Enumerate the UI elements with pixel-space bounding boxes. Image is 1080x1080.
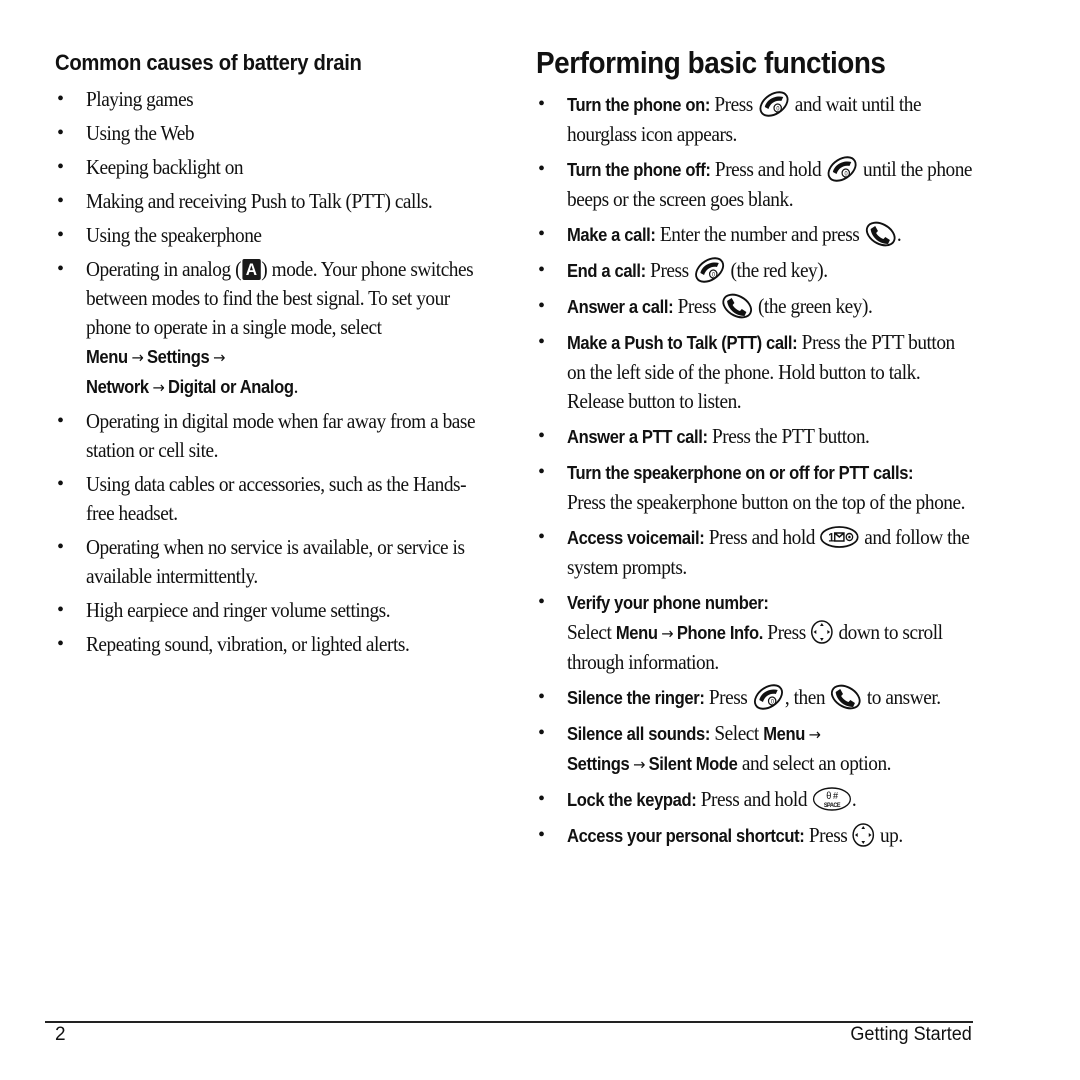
list-item: Operating in digital mode when far away …: [55, 407, 495, 465]
list-item: Operating when no service is available, …: [55, 533, 495, 591]
list-item: Using the speakerphone: [55, 221, 495, 250]
list-item: High earpiece and ringer volume settings…: [55, 596, 495, 625]
list-item-ptt-call: Make a Push to Talk (PTT) call: Press th…: [536, 328, 976, 416]
arrow-icon: →: [808, 725, 821, 744]
end-power-key-icon: [752, 684, 785, 710]
list-item-end-call: End a call: Press (the red key).: [536, 256, 976, 286]
list-item-speakerphone: Turn the speakerphone on or off for PTT …: [536, 458, 976, 517]
battery-drain-list: Playing games Using the Web Keeping back…: [55, 85, 495, 664]
list-item: Using data cables or accessories, such a…: [55, 470, 495, 528]
list-item: Playing games: [55, 85, 495, 114]
send-key-icon: [864, 221, 897, 247]
pound-space-key-icon: [811, 786, 851, 812]
menu-path-item: Menu: [86, 347, 128, 367]
arrow-icon: →: [213, 348, 225, 367]
footer-divider: [45, 1021, 973, 1023]
list-item-personal-shortcut: Access your personal shortcut: Press up.: [536, 821, 976, 851]
list-item: Keeping backlight on: [55, 153, 495, 182]
menu-path-item: Menu: [615, 623, 658, 643]
list-item-analog-mode: Operating in analog (A) mode. Your phone…: [55, 255, 495, 402]
list-item-answer-ptt: Answer a PTT call: Press the PTT button.: [536, 422, 976, 452]
list-item-answer-call: Answer a call: Press (the green key).: [536, 292, 976, 322]
arrow-icon: →: [131, 348, 144, 367]
navigation-key-icon: [810, 619, 834, 645]
battery-drain-heading: Common causes of battery drain: [55, 50, 362, 75]
basic-functions-list: Turn the phone on: Press and wait until …: [536, 90, 976, 857]
list-item-lock-keypad: Lock the keypad: Press and hold .: [536, 785, 976, 815]
page-title: Performing basic functions: [536, 45, 886, 80]
list-item-verify-number: Verify your phone number:Select Menu→Pho…: [536, 588, 976, 677]
end-power-key-icon: [757, 91, 790, 117]
voicemail-1-key-icon: [819, 525, 859, 549]
page-number: 2: [55, 1024, 66, 1045]
arrow-icon: →: [633, 755, 645, 774]
end-power-key-icon: [826, 156, 859, 182]
list-item-turn-off: Turn the phone off: Press and hold until…: [536, 155, 976, 214]
list-item: Making and receiving Push to Talk (PTT) …: [55, 187, 495, 216]
list-item: Using the Web: [55, 119, 495, 148]
menu-path-item: Silent Mode: [648, 754, 738, 774]
list-item-silence-ringer: Silence the ringer: Press , then to answ…: [536, 683, 976, 713]
menu-path-item: Network: [86, 377, 149, 397]
list-item-silence-all: Silence all sounds: Select Menu→Settings…: [536, 719, 976, 779]
send-key-icon: [720, 293, 753, 319]
menu-path-item: Digital or Analog: [167, 377, 294, 397]
menu-path-item: Settings: [147, 347, 210, 367]
send-key-icon: [829, 684, 862, 710]
menu-path-item: Phone Info.: [676, 623, 763, 643]
list-item-voicemail: Access voicemail: Press and hold and fol…: [536, 523, 976, 582]
arrow-icon: →: [661, 624, 674, 643]
arrow-icon: →: [152, 378, 165, 397]
analog-mode-icon: A: [241, 258, 261, 280]
list-item-make-call: Make a call: Enter the number and press …: [536, 220, 976, 250]
menu-path-item: Menu: [763, 724, 805, 744]
section-title: Getting Started: [850, 1024, 972, 1045]
navigation-key-icon: [852, 822, 876, 848]
menu-path-item: Settings: [567, 754, 630, 774]
list-item: Repeating sound, vibration, or lighted a…: [55, 630, 495, 659]
list-item-turn-on: Turn the phone on: Press and wait until …: [536, 90, 976, 149]
end-power-key-icon: [693, 257, 726, 283]
